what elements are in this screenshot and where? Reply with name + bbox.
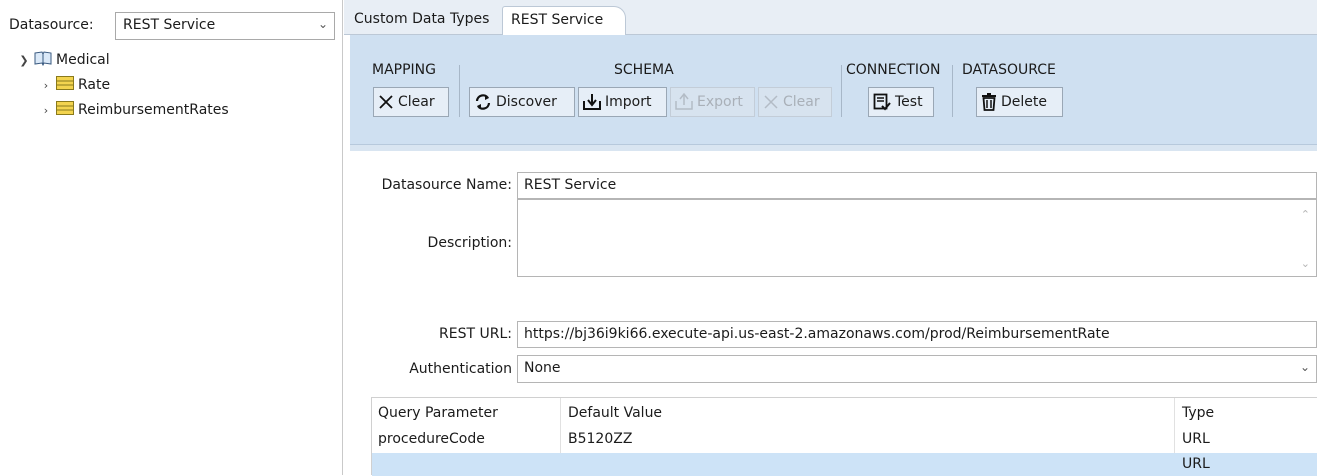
table-header-row: Query Parameter Default Value Type xyxy=(372,402,1317,425)
toolbar: MAPPING SCHEMA CONNECTION DATASOURCE Cle… xyxy=(350,35,1317,145)
group-divider xyxy=(841,65,842,117)
description-textarea[interactable]: ⌃ ⌄ xyxy=(517,199,1317,277)
tree-item-medical[interactable]: ❯ Medical xyxy=(17,50,110,70)
table-icon xyxy=(56,76,74,94)
book-icon xyxy=(34,50,52,70)
mapping-clear-button[interactable]: Clear xyxy=(373,87,449,117)
schema-clear-button[interactable]: Clear xyxy=(758,87,832,117)
description-label: Description: xyxy=(427,235,512,251)
discover-button[interactable]: Discover xyxy=(469,87,575,117)
chevron-right-icon[interactable]: › xyxy=(39,104,53,117)
refresh-icon xyxy=(474,93,492,111)
tab-bar: Custom Data Types REST Service xyxy=(344,0,1317,35)
tab-custom-data-types[interactable]: Custom Data Types xyxy=(346,6,497,35)
button-label: Test xyxy=(895,94,923,110)
scroll-up-icon[interactable]: ⌃ xyxy=(1301,208,1310,221)
datasource-label: Datasource: xyxy=(9,17,94,33)
close-icon xyxy=(763,94,779,110)
table-cell[interactable] xyxy=(564,453,572,476)
table-cell[interactable]: URL xyxy=(1178,453,1214,476)
import-icon xyxy=(583,93,601,111)
chevron-down-icon: ⌄ xyxy=(1299,360,1310,374)
editor-panel: Custom Data Types REST Service MAPPING S… xyxy=(344,0,1317,476)
mapping-group-label: MAPPING xyxy=(372,62,436,78)
table-cell[interactable]: B5120ZZ xyxy=(564,428,636,451)
import-button[interactable]: Import xyxy=(578,87,667,117)
authentication-label: Authentication xyxy=(409,361,512,377)
export-icon xyxy=(675,93,693,111)
chevron-right-icon[interactable]: › xyxy=(39,79,53,92)
button-label: Clear xyxy=(783,94,820,110)
button-label: Discover xyxy=(496,94,557,110)
tree-item-label: Medical xyxy=(56,52,110,68)
delete-datasource-button[interactable]: Delete xyxy=(976,87,1063,117)
tree-item-label: ReimbursementRates xyxy=(78,102,229,118)
chevron-down-icon: ⌄ xyxy=(317,17,328,31)
toolbar-divider xyxy=(350,145,1317,151)
table-row[interactable]: URL xyxy=(372,453,1317,476)
column-header[interactable]: Query Parameter xyxy=(374,402,502,425)
tree-item-rate[interactable]: › Rate xyxy=(39,75,110,95)
datasource-select[interactable]: REST Service ⌄ xyxy=(115,12,335,40)
button-label: Export xyxy=(697,94,743,110)
table-icon xyxy=(56,101,74,119)
export-button[interactable]: Export xyxy=(670,87,755,117)
table-row[interactable]: procedureCode B5120ZZ URL xyxy=(372,428,1317,451)
test-connection-button[interactable]: Test xyxy=(868,87,934,117)
table-cell[interactable]: procedureCode xyxy=(374,428,489,451)
datasource-select-value: REST Service xyxy=(123,17,216,33)
checklist-icon xyxy=(873,93,891,111)
table-cell[interactable]: URL xyxy=(1178,428,1214,451)
datasource-name-label: Datasource Name: xyxy=(381,177,512,193)
button-label: Import xyxy=(605,94,652,110)
datasource-group-label: DATASOURCE xyxy=(962,62,1056,78)
close-icon xyxy=(378,94,394,110)
tree-item-label: Rate xyxy=(78,77,111,93)
authentication-value: None xyxy=(524,360,561,376)
column-header[interactable]: Default Value xyxy=(564,402,666,425)
datasource-name-input[interactable]: REST Service xyxy=(517,172,1317,199)
connection-group-label: CONNECTION xyxy=(846,62,941,78)
rest-url-label: REST URL: xyxy=(439,326,512,342)
schema-group-label: SCHEMA xyxy=(614,62,674,78)
datasource-panel: Datasource: REST Service ⌄ ❯ Medical › R… xyxy=(0,0,343,475)
column-header[interactable]: Type xyxy=(1178,402,1218,425)
rest-url-input[interactable]: https://bj36i9ki66.execute-api.us-east-2… xyxy=(517,321,1317,348)
scroll-down-icon[interactable]: ⌄ xyxy=(1301,257,1310,270)
group-divider xyxy=(459,65,460,117)
chevron-down-icon[interactable]: ❯ xyxy=(17,54,31,67)
trash-icon xyxy=(981,93,997,111)
group-divider xyxy=(952,65,953,117)
tree-item-reimbursementrates[interactable]: › ReimbursementRates xyxy=(39,100,229,120)
button-label: Clear xyxy=(398,94,435,110)
query-parameters-table: Query Parameter Default Value Type proce… xyxy=(371,397,1317,476)
authentication-select[interactable]: None ⌄ xyxy=(517,355,1317,383)
button-label: Delete xyxy=(1001,94,1047,110)
table-cell[interactable] xyxy=(374,453,382,476)
tab-rest-service[interactable]: REST Service xyxy=(502,6,627,35)
